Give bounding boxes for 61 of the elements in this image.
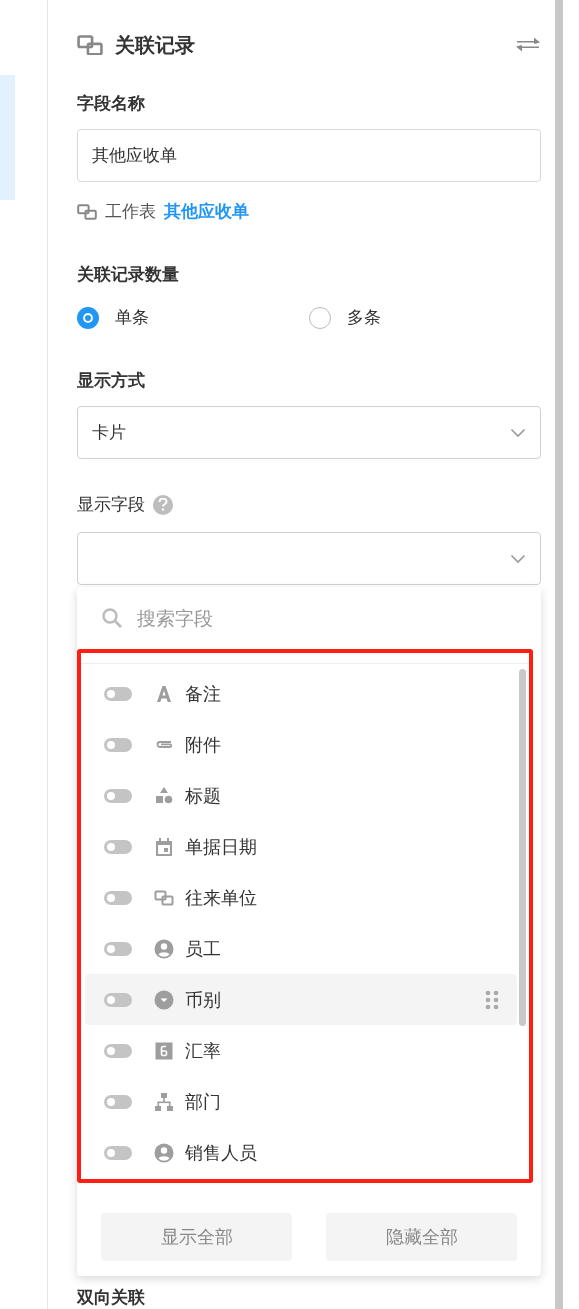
user-icon xyxy=(154,938,174,959)
field-item[interactable]: 备注 xyxy=(85,668,517,719)
field-name: 汇率 xyxy=(185,1038,222,1063)
toggle-switch[interactable] xyxy=(104,788,132,803)
field-name: 附件 xyxy=(185,732,222,757)
field-item[interactable]: 汇率 xyxy=(85,1025,517,1076)
radio-option[interactable]: 多条 xyxy=(309,306,541,329)
caret-circle-icon xyxy=(154,989,174,1010)
field-item[interactable]: 单据日期 xyxy=(85,821,517,872)
toggle-switch[interactable] xyxy=(104,941,132,956)
linked-squares-icon xyxy=(77,203,97,220)
calendar-icon xyxy=(154,836,174,857)
help-icon[interactable] xyxy=(153,494,173,515)
toggle-switch[interactable] xyxy=(104,737,132,752)
toggle-switch[interactable] xyxy=(104,686,132,701)
field-name: 标题 xyxy=(185,783,222,808)
letter-a-icon xyxy=(154,683,174,704)
toggle-switch[interactable] xyxy=(104,1043,132,1058)
field-name: 往来单位 xyxy=(185,885,258,910)
field-item[interactable]: 销售人员 xyxy=(85,1127,517,1178)
field-item[interactable]: 部门 xyxy=(85,1076,517,1127)
field-name: 单据日期 xyxy=(185,834,258,859)
scrollbar[interactable] xyxy=(555,0,563,1309)
field-item[interactable]: 员工 xyxy=(85,923,517,974)
number-icon xyxy=(154,1040,174,1061)
search-icon xyxy=(101,607,123,629)
radio-option[interactable]: 单条 xyxy=(77,306,309,329)
fields-select[interactable] xyxy=(77,532,541,585)
field-name: 销售人员 xyxy=(185,1140,258,1165)
radio-icon xyxy=(77,306,99,329)
shapes-icon xyxy=(154,785,174,806)
display-mode-select[interactable]: 卡片 xyxy=(77,406,541,459)
org-chart-icon xyxy=(154,1091,174,1112)
toggle-switch[interactable] xyxy=(104,839,132,854)
panel-title: 关联记录 xyxy=(115,31,196,59)
field-name: 币别 xyxy=(185,987,222,1012)
user-icon xyxy=(154,1142,174,1163)
field-item[interactable]: 标题 xyxy=(85,770,517,821)
linked-squares-icon xyxy=(77,34,103,56)
drag-handle-icon[interactable] xyxy=(485,989,499,1010)
field-name: 部门 xyxy=(185,1089,222,1114)
field-item[interactable]: 附件 xyxy=(85,719,517,770)
toggle-switch[interactable] xyxy=(104,890,132,905)
radio-icon xyxy=(309,306,331,329)
field-item[interactable]: 往来单位 xyxy=(85,872,517,923)
field-item[interactable]: 币别 xyxy=(85,974,517,1025)
chevron-down-icon xyxy=(510,427,526,438)
section-label: 双向关联 xyxy=(77,1286,146,1309)
toggle-switch[interactable] xyxy=(104,1145,132,1160)
scrollbar[interactable] xyxy=(519,669,526,1026)
toggle-switch[interactable] xyxy=(104,992,132,1007)
field-label: 关联记录数量 xyxy=(77,263,180,286)
field-label: 显示字段 xyxy=(77,493,145,516)
field-name: 备注 xyxy=(185,681,222,706)
toggle-switch[interactable] xyxy=(104,1094,132,1109)
field-name: 员工 xyxy=(185,936,222,961)
name-input-field[interactable]: 其他应收单 xyxy=(77,129,541,182)
chevron-down-icon xyxy=(510,553,526,564)
worksheet-label: 工作表 xyxy=(105,200,156,223)
field-label: 显示方式 xyxy=(77,369,146,392)
field-label: 字段名称 xyxy=(77,92,146,115)
